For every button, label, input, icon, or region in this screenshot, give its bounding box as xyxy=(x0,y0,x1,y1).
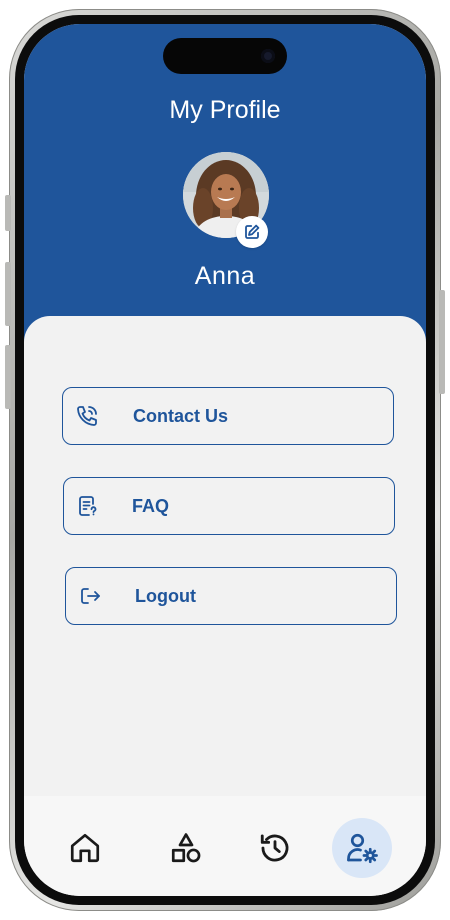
edit-avatar-button[interactable] xyxy=(236,216,268,248)
history-icon xyxy=(260,834,289,862)
phone-icon xyxy=(77,406,97,426)
nav-history[interactable] xyxy=(245,818,305,878)
edit-icon xyxy=(245,224,260,239)
nav-categories[interactable] xyxy=(156,818,216,878)
contact-us-label: Contact Us xyxy=(133,406,229,426)
user-settings-icon xyxy=(347,833,378,864)
logout-button[interactable]: Logout xyxy=(65,567,397,625)
profile-header: My Profile Anna xyxy=(24,24,426,354)
camera-dot xyxy=(261,49,275,63)
faq-document-icon xyxy=(79,496,97,516)
contact-us-button[interactable]: Contact Us xyxy=(62,387,394,445)
volume-down-button xyxy=(5,345,11,409)
faq-label: FAQ xyxy=(132,496,170,516)
volume-button xyxy=(5,195,11,231)
page-title: My Profile xyxy=(169,96,281,124)
shapes-icon xyxy=(171,833,201,863)
dynamic-island xyxy=(163,38,287,74)
logout-label: Logout xyxy=(135,586,196,606)
nav-profile-settings[interactable] xyxy=(332,818,392,878)
home-icon xyxy=(70,833,100,863)
logout-icon xyxy=(81,588,100,604)
bottom-nav xyxy=(24,796,426,896)
user-name: Anna xyxy=(194,262,256,290)
app-screen: My Profile Anna Contact Us FAQ Logout xyxy=(24,24,426,896)
volume-up-button xyxy=(5,262,11,326)
menu-card: Contact Us FAQ Logout xyxy=(24,316,426,836)
faq-button[interactable]: FAQ xyxy=(63,477,395,535)
power-button xyxy=(439,290,445,394)
nav-home[interactable] xyxy=(55,818,115,878)
